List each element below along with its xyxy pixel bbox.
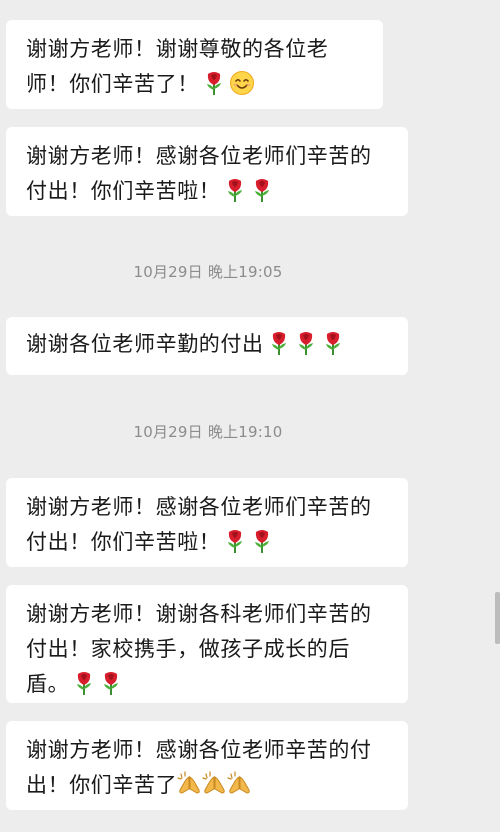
rose-icon	[223, 177, 247, 203]
message-timestamp: 10月29日 晚上19:05	[133, 263, 283, 281]
praying-hands-icon	[177, 771, 202, 797]
rose-icon	[72, 670, 96, 696]
message-bubble[interactable]: 谢谢方老师！感谢各位老师们辛苦的付出！你们辛苦啦！	[6, 127, 408, 216]
scrollbar-thumb[interactable]	[495, 592, 500, 644]
message-text: 谢谢各位老师辛勤的付出	[26, 332, 264, 356]
rose-icon	[202, 70, 226, 96]
message-bubble[interactable]: 谢谢方老师！谢谢尊敬的各位老师！你们辛苦了！	[6, 20, 383, 109]
rose-icon	[250, 528, 274, 554]
smiling-face-icon	[229, 70, 255, 96]
message-text: 谢谢方老师！谢谢尊敬的各位老师！你们辛苦了！	[26, 37, 329, 96]
rose-icon	[321, 330, 345, 356]
message-text: 谢谢方老师！感谢各位老师们辛苦的付出！你们辛苦啦！	[26, 495, 372, 554]
rose-icon	[223, 528, 247, 554]
rose-icon	[267, 330, 291, 356]
message-bubble[interactable]: 谢谢方老师！感谢各位老师辛苦的付出！你们辛苦了	[6, 721, 408, 810]
message-bubble[interactable]: 谢谢方老师！感谢各位老师们辛苦的付出！你们辛苦啦！	[6, 478, 408, 567]
message-timestamp: 10月29日 晚上19:10	[133, 423, 283, 441]
message-text: 谢谢方老师！感谢各位老师们辛苦的付出！你们辛苦啦！	[26, 144, 372, 203]
rose-icon	[99, 670, 123, 696]
praying-hands-icon	[227, 771, 252, 797]
rose-icon	[250, 177, 274, 203]
praying-hands-icon	[202, 771, 227, 797]
rose-icon	[294, 330, 318, 356]
message-bubble[interactable]: 谢谢方老师！谢谢各科老师们辛苦的付出！家校携手，做孩子成长的后盾。	[6, 585, 408, 703]
message-bubble[interactable]: 谢谢各位老师辛勤的付出	[6, 317, 408, 375]
